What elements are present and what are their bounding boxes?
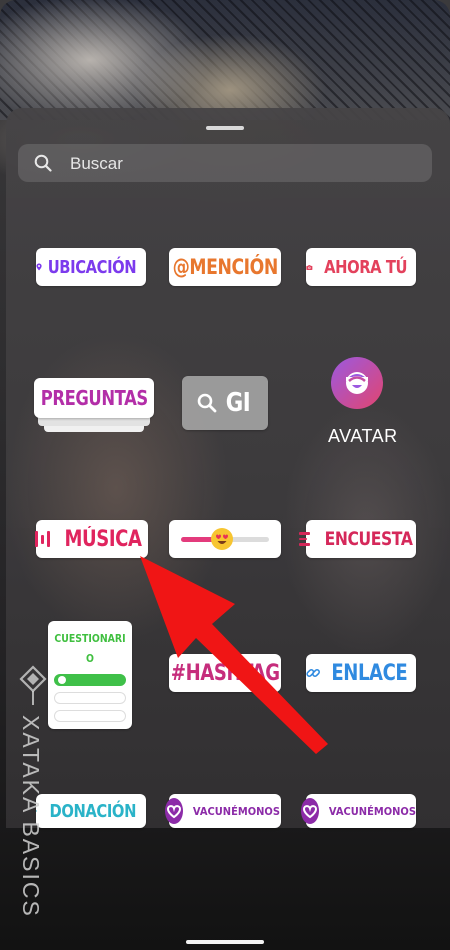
- sticker-donacion-label: DONACIÓN: [49, 800, 137, 822]
- background-photo-top: [0, 0, 450, 120]
- sticker-hashtag-label: #HASHTAG: [170, 660, 280, 686]
- avatar-face-icon: [346, 372, 368, 394]
- home-indicator[interactable]: [186, 940, 264, 944]
- search-input[interactable]: Buscar: [18, 144, 432, 182]
- link-icon: [306, 669, 320, 677]
- sticker-encuesta-label: ENCUESTA: [325, 528, 413, 550]
- sticker-avatar[interactable]: [331, 357, 383, 409]
- sticker-avatar-label: AVATAR: [328, 426, 398, 446]
- cuestionario-title-line1: CUESTIONARI: [54, 632, 126, 645]
- cuestionario-option-selected: [54, 674, 126, 686]
- sticker-ubicacion-label: UBICACIÓN: [47, 256, 137, 278]
- vaccine-heart-icon: [301, 798, 320, 824]
- check-icon: [58, 676, 66, 684]
- sticker-ahora-tu[interactable]: AHORA TÚ: [306, 248, 416, 286]
- camera-icon: [306, 264, 313, 270]
- slider-emoji-heart-eyes-icon: [211, 528, 233, 550]
- cuestionario-title-line2: O: [86, 652, 94, 665]
- sticker-vacunemonos-1[interactable]: VACUNÉMONOS: [165, 794, 281, 828]
- sticker-gif[interactable]: GI: [182, 376, 268, 430]
- sticker-emoji-slider[interactable]: [169, 520, 281, 558]
- sticker-gif-label: GI: [225, 388, 251, 418]
- preguntas-card: PREGUNTAS: [34, 378, 154, 418]
- sticker-vacunemonos-2-label: VACUNÉMONOS: [328, 804, 417, 818]
- sticker-vacunemonos-2[interactable]: VACUNÉMONOS: [301, 794, 417, 828]
- sticker-mencion-label: @MENCIÓN: [172, 255, 278, 279]
- sticker-musica-label: MÚSICA: [63, 526, 142, 552]
- search-icon: [34, 154, 52, 172]
- sticker-vacunemonos-1-label: VACUNÉMONOS: [192, 804, 281, 818]
- sticker-mencion[interactable]: @MENCIÓN: [169, 248, 281, 286]
- search-placeholder: Buscar: [70, 154, 123, 173]
- poll-lines-icon: [299, 532, 311, 546]
- sticker-encuesta[interactable]: ENCUESTA: [299, 520, 416, 558]
- grab-handle[interactable]: [206, 126, 244, 130]
- watermark-text: XATAKA BASICS: [18, 715, 44, 918]
- sticker-tray: Buscar UBICACIÓN @MENCIÓN AHORA TÚ PREGU…: [6, 108, 450, 828]
- sticker-enlace-label: ENLACE: [331, 660, 408, 686]
- sticker-ubicacion[interactable]: UBICACIÓN: [36, 248, 146, 286]
- sticker-hashtag[interactable]: #HASHTAG: [169, 654, 281, 692]
- sticker-preguntas[interactable]: PREGUNTAS: [34, 378, 154, 434]
- sticker-cuestionario[interactable]: CUESTIONARI O: [48, 621, 132, 729]
- cuestionario-title: CUESTIONARI O: [48, 629, 132, 669]
- cuestionario-option: [54, 692, 126, 704]
- sticker-musica[interactable]: MÚSICA: [34, 520, 148, 558]
- sticker-ahora-tu-label: AHORA TÚ: [323, 256, 407, 278]
- music-bars-icon: [34, 531, 50, 547]
- cuestionario-option: [54, 710, 126, 722]
- location-pin-icon: [36, 263, 42, 271]
- vaccine-heart-icon: [165, 798, 184, 824]
- sticker-preguntas-label: PREGUNTAS: [40, 386, 148, 410]
- sticker-enlace[interactable]: ENLACE: [306, 654, 416, 692]
- gif-search-icon: [197, 393, 217, 413]
- heart-eyes-emoji-icon: [212, 529, 232, 549]
